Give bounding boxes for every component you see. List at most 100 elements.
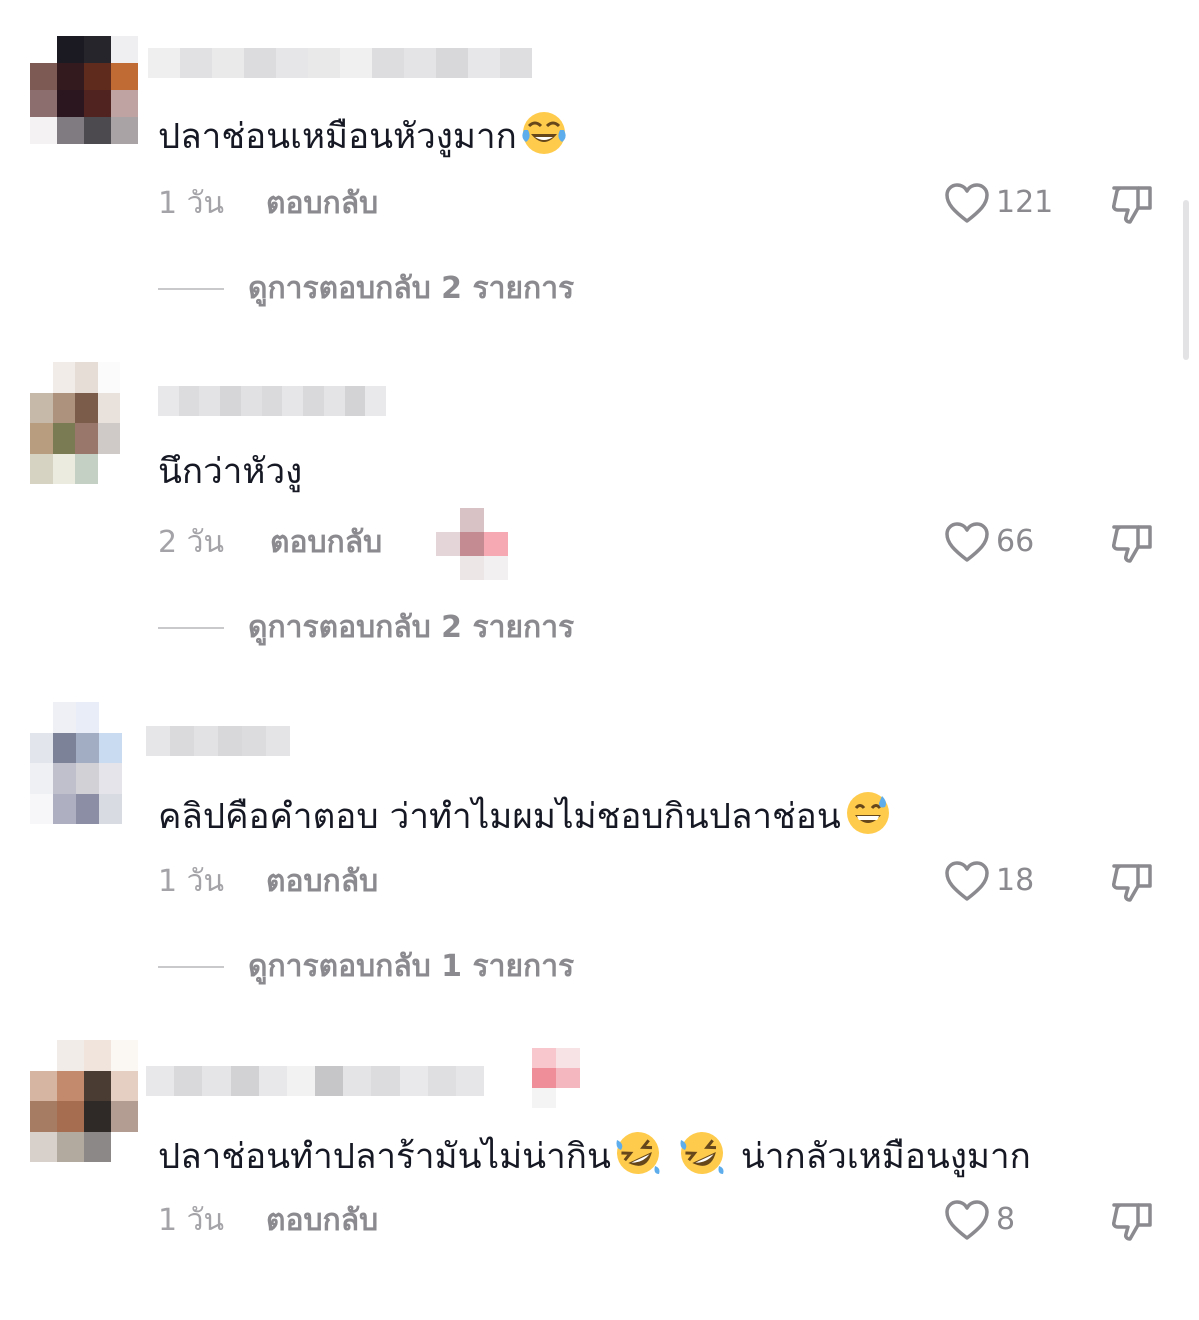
reply-button[interactable]: ตอบกลับ xyxy=(266,864,378,900)
comment-text: คลิปคือคำตอบ ว่าทำไมผมไม่ชอบกินปลาช่อน xyxy=(158,790,891,839)
sticker-pixel xyxy=(556,1048,580,1068)
avatar-pixel xyxy=(57,1040,84,1071)
view-replies-link[interactable]: ดูการตอบกลับ 1 รายการ xyxy=(158,949,574,985)
username-pixel xyxy=(202,1066,231,1096)
reply-button[interactable]: ตอบกลับ xyxy=(270,525,382,561)
username-pixel xyxy=(212,48,244,78)
divider xyxy=(158,627,224,629)
view-replies-link[interactable]: ดูการตอบกลับ 2 รายการ xyxy=(158,271,574,307)
avatar-pixel xyxy=(57,117,84,144)
avatar-pixel xyxy=(30,63,57,90)
avatar[interactable] xyxy=(30,1040,138,1162)
username-pixel xyxy=(170,726,194,756)
comment-time: 1 วัน xyxy=(158,186,224,221)
sticker-pixel xyxy=(484,556,508,580)
username-pixel xyxy=(174,1066,203,1096)
sticker-pixel xyxy=(460,508,484,532)
avatar-pixel xyxy=(84,1131,111,1162)
rolling-on-the-floor-laughing-icon xyxy=(616,1132,660,1174)
avatar-pixel xyxy=(30,1101,57,1132)
avatar-pixel xyxy=(97,362,120,393)
avatar-pixel xyxy=(84,1101,111,1132)
avatar[interactable] xyxy=(30,702,122,824)
avatar-pixel xyxy=(53,763,76,794)
avatar-pixel xyxy=(75,423,98,454)
avatar-pixel xyxy=(111,63,138,90)
thumbs-down-icon[interactable] xyxy=(1108,519,1156,567)
avatar-pixel xyxy=(97,423,120,454)
avatar-pixel xyxy=(30,793,53,824)
avatar-pixel xyxy=(99,793,122,824)
avatar-pixel xyxy=(76,702,99,733)
avatar-pixel xyxy=(84,63,111,90)
username-pixel xyxy=(258,1066,287,1096)
avatar[interactable] xyxy=(30,36,138,144)
username-blurred[interactable] xyxy=(146,726,290,756)
view-replies-label: ดูการตอบกลับ 2 รายการ xyxy=(248,610,575,645)
avatar-pixel xyxy=(30,1070,57,1101)
username-blurred[interactable] xyxy=(146,1066,485,1096)
view-replies-link[interactable]: ดูการตอบกลับ 2 รายการ xyxy=(158,610,574,646)
reply-button[interactable]: ตอบกลับ xyxy=(266,186,378,222)
avatar-pixel xyxy=(84,1070,111,1101)
username-pixel xyxy=(180,48,212,78)
sticker-pixel xyxy=(484,508,508,532)
sticker-blurred[interactable] xyxy=(436,508,508,580)
username-pixel xyxy=(365,386,387,416)
username-pixel xyxy=(308,48,340,78)
username-pixel xyxy=(399,1066,428,1096)
sticker-pixel xyxy=(508,1048,532,1068)
username-pixel xyxy=(343,1066,372,1096)
reply-button[interactable]: ตอบกลับ xyxy=(266,1203,378,1239)
thumbs-down-icon[interactable] xyxy=(1108,180,1156,228)
like-button[interactable]: 18 xyxy=(944,860,1034,902)
like-count: 66 xyxy=(996,524,1035,559)
like-button[interactable]: 66 xyxy=(944,521,1034,563)
username-pixel xyxy=(178,386,200,416)
avatar-pixel xyxy=(30,392,53,423)
thumbs-down-icon[interactable] xyxy=(1108,1197,1156,1245)
avatar-pixel xyxy=(111,1070,138,1101)
avatar-pixel xyxy=(97,453,120,484)
username-pixel xyxy=(230,1066,259,1096)
comment-item: ปลาช่อนเหมือนหัวงูมาก 1 วัน ตอบกลับ 121 … xyxy=(0,0,1199,306)
like-button[interactable]: 8 xyxy=(944,1199,1015,1241)
comment-text: ปลาช่อนทำปลาร้ามันไม่น่ากิน น่ากลัวเหมือน… xyxy=(158,1130,1031,1179)
avatar[interactable] xyxy=(30,362,120,484)
avatar-pixel xyxy=(84,36,111,63)
sticker-pixel xyxy=(460,556,484,580)
avatar-pixel xyxy=(57,1131,84,1162)
avatar-pixel xyxy=(111,1040,138,1071)
avatar-pixel xyxy=(75,362,98,393)
avatar-pixel xyxy=(30,90,57,117)
like-count: 121 xyxy=(996,185,1054,220)
sticker-blurred[interactable] xyxy=(508,1048,580,1108)
avatar-pixel xyxy=(52,392,75,423)
username-pixel xyxy=(303,386,324,416)
sticker-pixel xyxy=(508,1088,532,1108)
username-pixel xyxy=(286,1066,316,1096)
username-pixel xyxy=(455,1066,485,1096)
username-pixel xyxy=(148,48,180,78)
avatar-pixel xyxy=(57,36,84,63)
sticker-pixel xyxy=(556,1068,580,1088)
username-blurred[interactable] xyxy=(148,48,532,78)
avatar-pixel xyxy=(75,392,98,423)
avatar-pixel xyxy=(53,702,76,733)
username-pixel xyxy=(404,48,436,78)
comment-text-content-after: น่ากลัวเหมือนงูมาก xyxy=(740,1137,1031,1177)
username-pixel xyxy=(276,48,308,78)
thumbs-down-icon[interactable] xyxy=(1108,858,1156,906)
rolling-on-the-floor-laughing-icon xyxy=(680,1132,724,1174)
like-button[interactable]: 121 xyxy=(944,182,1053,224)
username-pixel xyxy=(261,386,283,416)
username-pixel xyxy=(242,726,266,756)
heart-icon xyxy=(945,1200,989,1240)
avatar-pixel xyxy=(30,362,53,393)
avatar-pixel xyxy=(84,117,111,144)
avatar-pixel xyxy=(97,392,120,423)
avatar-pixel xyxy=(75,453,98,484)
username-blurred[interactable] xyxy=(158,386,387,416)
avatar-pixel xyxy=(111,117,138,144)
comment-text-content: นึกว่าหัวงู xyxy=(158,452,303,492)
